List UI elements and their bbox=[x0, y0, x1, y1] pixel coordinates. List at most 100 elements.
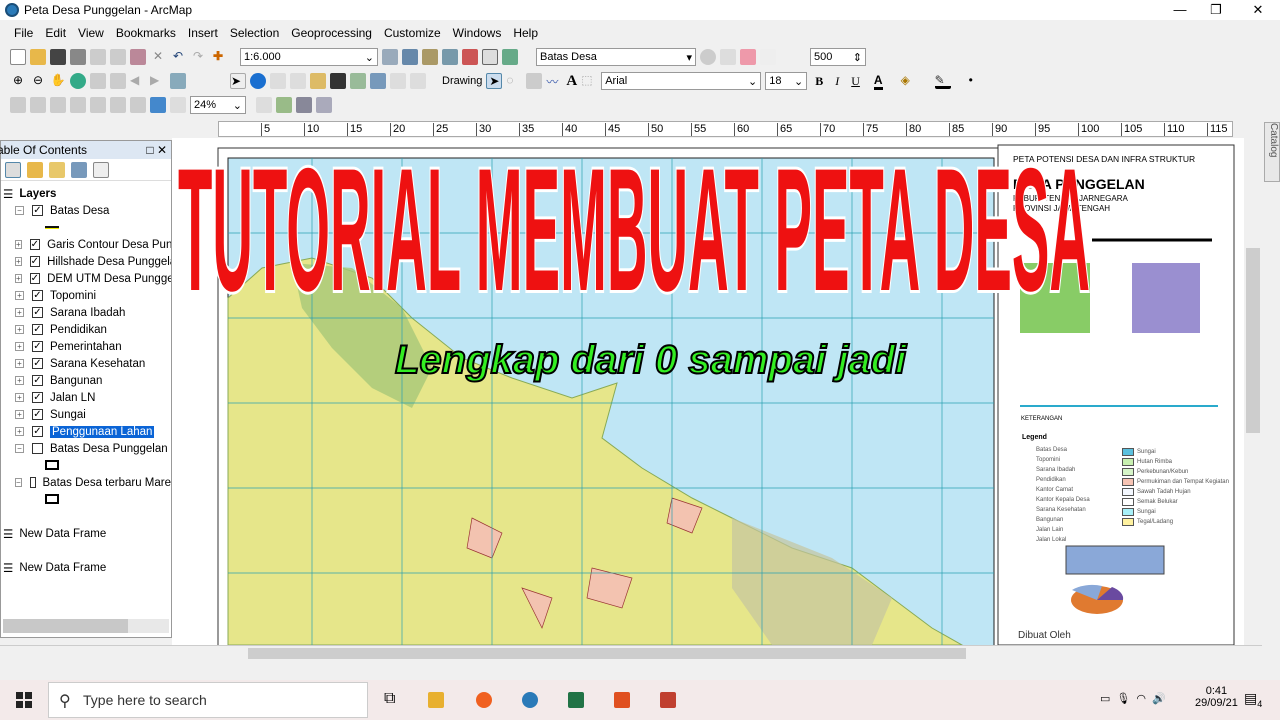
menu-selection[interactable]: Selection bbox=[230, 26, 279, 40]
tray-icons[interactable]: ▭🎙◠🔊 bbox=[1100, 692, 1172, 705]
close-button[interactable]: ✕ bbox=[1238, 0, 1278, 20]
toc-layer-item[interactable]: + ✓ Jalan LN bbox=[15, 389, 171, 406]
delete-icon[interactable]: ✕ bbox=[150, 49, 166, 65]
menu-file[interactable]: File bbox=[14, 26, 33, 40]
list-by-visibility-icon[interactable] bbox=[49, 161, 65, 178]
measure-icon[interactable] bbox=[310, 73, 326, 89]
viewer-icon[interactable] bbox=[410, 73, 426, 89]
layer-visibility-checkbox[interactable]: ✓ bbox=[32, 426, 43, 437]
excel-icon[interactable] bbox=[568, 692, 584, 708]
layer-visibility-checkbox[interactable]: ✓ bbox=[32, 409, 43, 420]
toc-layer-item[interactable]: + ✓ DEM UTM Desa Punggelan bbox=[15, 270, 171, 287]
toc-layer-item[interactable]: + ✓ Sarana Kesehatan bbox=[15, 355, 171, 372]
italic-button[interactable]: I bbox=[835, 74, 839, 89]
arctoolbox-icon[interactable] bbox=[462, 49, 478, 65]
add-data-icon[interactable]: ✚ bbox=[210, 49, 226, 65]
select-elements-icon[interactable]: ➤ bbox=[230, 73, 246, 89]
menu-customize[interactable]: Customize bbox=[384, 26, 441, 40]
toc-scrollbar[interactable] bbox=[3, 619, 169, 633]
focus-data-frame-icon[interactable] bbox=[276, 97, 292, 113]
toc-layer-item[interactable]: + ✓ Hillshade Desa Punggelan bbox=[15, 253, 171, 270]
pan-icon[interactable]: ✋ bbox=[50, 73, 66, 89]
previous-extent-icon[interactable] bbox=[150, 97, 166, 113]
map-scale-select[interactable]: 1:6.000 ⌄ bbox=[240, 48, 378, 66]
font-size-select[interactable]: 18 ⌄ bbox=[765, 72, 808, 90]
new-icon[interactable] bbox=[10, 49, 26, 65]
list-by-selection-icon[interactable] bbox=[71, 161, 87, 178]
line-color-icon[interactable]: ✎ bbox=[934, 73, 951, 89]
menu-geoprocessing[interactable]: Geoprocessing bbox=[291, 26, 372, 40]
save-icon[interactable] bbox=[50, 49, 66, 65]
layer-visibility-checkbox[interactable]: ✓ bbox=[29, 273, 41, 284]
vertical-scrollbar[interactable] bbox=[1244, 138, 1262, 645]
font-color-button[interactable]: A bbox=[873, 73, 883, 90]
menu-view[interactable]: View bbox=[78, 26, 104, 40]
expand-toggle-icon[interactable]: + bbox=[15, 376, 24, 385]
layer-visibility-checkbox[interactable] bbox=[32, 443, 43, 454]
layer-visibility-checkbox[interactable]: ✓ bbox=[32, 205, 43, 216]
expand-toggle-icon[interactable]: + bbox=[15, 325, 24, 334]
expand-toggle-icon[interactable]: − bbox=[15, 444, 24, 453]
toc-layer-item[interactable]: + ✓ Penggunaan Lahan bbox=[15, 423, 171, 440]
value-input[interactable]: 500 ⇕ bbox=[810, 48, 866, 66]
time-slider-icon[interactable] bbox=[390, 73, 406, 89]
fixed-zoom-out-layout-icon[interactable] bbox=[130, 97, 146, 113]
horizontal-scrollbar[interactable] bbox=[0, 645, 1262, 661]
layer-visibility-checkbox[interactable]: ✓ bbox=[29, 256, 41, 267]
expand-toggle-icon[interactable]: + bbox=[15, 359, 24, 368]
catalog-side-tab[interactable]: Catalog bbox=[1264, 122, 1280, 182]
change-layout-icon[interactable] bbox=[296, 97, 312, 113]
zoom-whole-page-icon[interactable] bbox=[70, 97, 86, 113]
paste-icon[interactable] bbox=[130, 49, 146, 65]
layer-visibility-checkbox[interactable] bbox=[29, 477, 36, 488]
menu-help[interactable]: Help bbox=[513, 26, 538, 40]
expand-toggle-icon[interactable]: + bbox=[15, 427, 24, 436]
model-builder-icon[interactable] bbox=[502, 49, 518, 65]
toc-root-layers[interactable]: ☰ Layers bbox=[3, 185, 159, 202]
find-icon[interactable] bbox=[330, 73, 346, 89]
rotate-icon[interactable]: ◌ bbox=[506, 73, 522, 89]
cut-icon[interactable] bbox=[90, 49, 106, 65]
expand-toggle-icon[interactable]: + bbox=[15, 274, 22, 283]
toc-layer-item[interactable]: + ✓ Pemerintahan bbox=[15, 338, 171, 355]
clock[interactable]: 0:41 29/09/21 bbox=[1195, 685, 1238, 709]
layout-zoom-out-icon[interactable] bbox=[30, 97, 46, 113]
select-pointer-icon[interactable]: ➤ bbox=[486, 73, 503, 89]
app-icon[interactable] bbox=[660, 692, 676, 708]
toc-layer-item[interactable]: + ✓ Bangunan bbox=[15, 372, 171, 389]
minimize-button[interactable]: — bbox=[1160, 0, 1200, 20]
go-to-xy-icon[interactable] bbox=[370, 73, 386, 89]
forward-icon[interactable]: ▶ bbox=[150, 73, 166, 89]
brightness-icon[interactable] bbox=[720, 49, 736, 65]
maximize-button[interactable]: ❐ bbox=[1196, 0, 1236, 20]
bold-button[interactable]: B bbox=[815, 74, 823, 89]
copy-icon[interactable] bbox=[110, 49, 126, 65]
spinner-icon[interactable]: ⇕ bbox=[853, 51, 862, 64]
options-icon[interactable] bbox=[93, 161, 109, 178]
layer-select[interactable]: Batas Desa ▾ bbox=[536, 48, 696, 66]
python-icon[interactable] bbox=[482, 49, 498, 65]
expand-toggle-icon[interactable]: + bbox=[15, 257, 22, 266]
expand-toggle-icon[interactable]: − bbox=[15, 206, 24, 215]
zoom-to-selected-icon[interactable] bbox=[526, 73, 543, 89]
route-icon[interactable] bbox=[350, 73, 366, 89]
zoom-100-icon[interactable] bbox=[90, 97, 106, 113]
toc-data-frame[interactable]: ☰ New Data Frame bbox=[3, 525, 159, 542]
hyperlink-icon[interactable] bbox=[270, 73, 286, 89]
menu-insert[interactable]: Insert bbox=[188, 26, 218, 40]
editor-icon[interactable] bbox=[382, 49, 398, 65]
transparency-icon[interactable] bbox=[740, 49, 756, 65]
layer-visibility-checkbox[interactable]: ✓ bbox=[32, 341, 43, 352]
toc-controls[interactable]: □ ✕ bbox=[146, 143, 167, 157]
taskbar-search-input[interactable]: ⚲ Type here to search bbox=[48, 682, 368, 718]
pdf-icon[interactable] bbox=[614, 692, 630, 708]
expand-toggle-icon[interactable]: + bbox=[15, 240, 22, 249]
toggle-draft-icon[interactable] bbox=[256, 97, 272, 113]
fixed-zoom-out-icon[interactable] bbox=[110, 73, 126, 89]
toc-layer-item[interactable]: − Batas Desa terbaru Mare bbox=[15, 474, 171, 491]
html-popup-icon[interactable] bbox=[290, 73, 306, 89]
expand-toggle-icon[interactable]: + bbox=[15, 291, 24, 300]
line-tool-icon[interactable]: 〰 bbox=[546, 73, 562, 89]
toc-layer-item[interactable]: + ✓ Sungai bbox=[15, 406, 171, 423]
toc-data-frame[interactable]: ☰ New Data Frame bbox=[3, 559, 159, 576]
